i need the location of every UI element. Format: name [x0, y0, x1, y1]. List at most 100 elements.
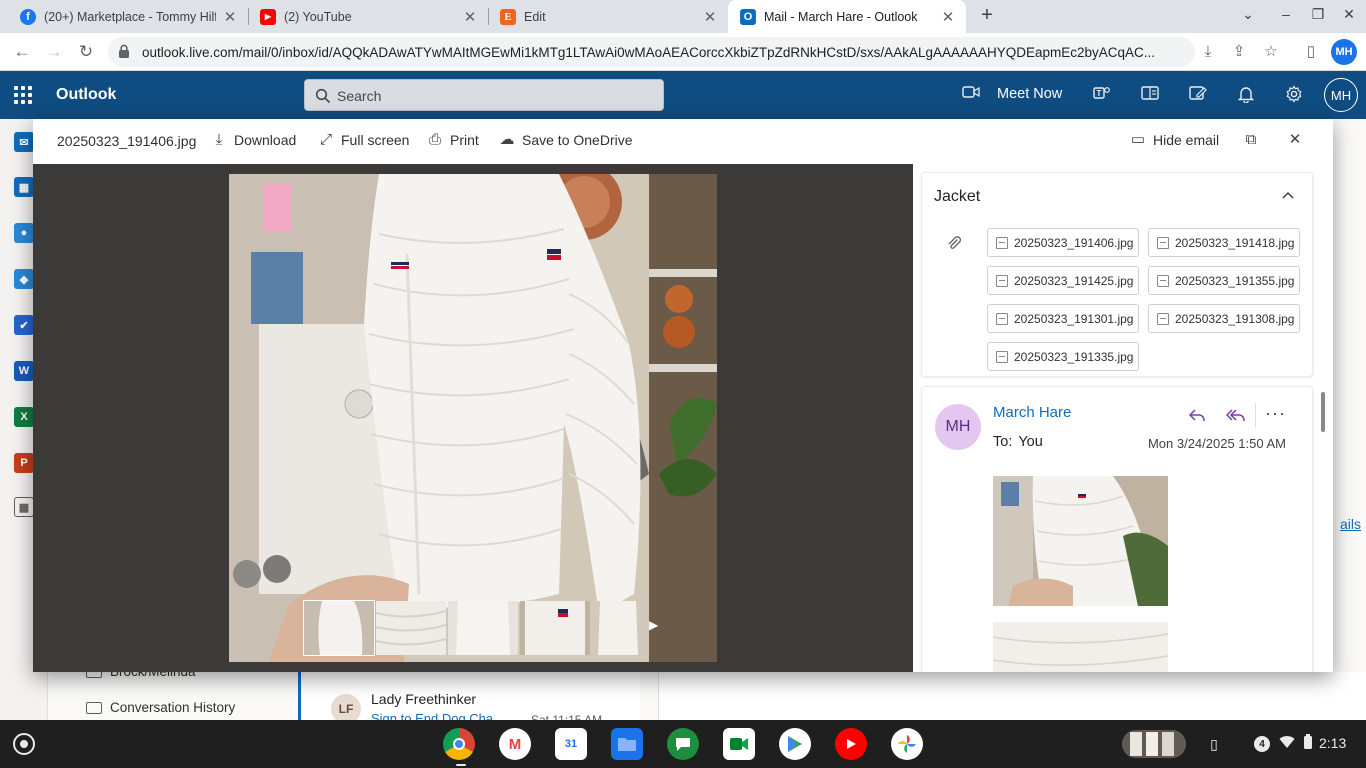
tab-outlook-mail[interactable]: O Mail - March Hare - Outlook ✕ [728, 0, 966, 33]
tab-youtube[interactable]: ▶ (2) YouTube ✕ [248, 0, 488, 33]
close-tab-icon[interactable]: ✕ [222, 8, 238, 26]
tab-etsy-edit[interactable]: E Edit ✕ [488, 0, 728, 33]
meet-icon[interactable] [723, 728, 755, 760]
todo-app-icon[interactable]: ✔ [14, 315, 34, 335]
open-in-new-window-button[interactable]: ⧉ [1243, 132, 1259, 148]
inline-jacket-photo [993, 476, 1168, 606]
wifi-icon[interactable] [1277, 734, 1297, 754]
thumbnail[interactable] [448, 601, 518, 655]
account-avatar[interactable]: MH [1324, 78, 1358, 112]
phone-hub-icon[interactable]: ▯ [1204, 734, 1224, 754]
attachment-chip[interactable]: 20250323_191418.jpg [1148, 228, 1300, 257]
gmail-icon[interactable]: M [499, 728, 531, 760]
new-tab-button[interactable]: + [976, 5, 998, 27]
side-panel-icon[interactable]: ▯ [1302, 43, 1320, 61]
sender-name[interactable]: March Hare [993, 404, 1071, 421]
reading-pane-background [658, 672, 1366, 720]
tab-facebook-marketplace[interactable]: f (20+) Marketplace - Tommy Hilfi ✕ [8, 0, 248, 33]
url-text: outlook.live.com/mail/0/inbox/id/AQQkADA… [142, 45, 1156, 60]
print-button[interactable]: ⎙ Print [427, 132, 479, 149]
search-placeholder: Search [337, 88, 382, 104]
attachment-chip[interactable]: 20250323_191406.jpg [987, 228, 1139, 257]
full-screen-label: Full screen [341, 132, 410, 148]
play-store-icon[interactable] [779, 728, 811, 760]
next-thumbnails-icon[interactable]: ▶ [649, 618, 658, 632]
teams-icon[interactable]: T [1092, 85, 1112, 105]
attachment-chip[interactable]: 20250323_191308.jpg [1148, 304, 1300, 333]
calendar-app-icon[interactable]: ▦ [14, 177, 34, 197]
pane-scrollbar[interactable] [1321, 392, 1325, 432]
more-actions-icon[interactable]: ··· [1265, 403, 1286, 424]
people-app-icon[interactable]: ● [14, 223, 34, 243]
share-icon[interactable]: ⇪ [1230, 43, 1248, 61]
word-app-icon[interactable]: W [14, 361, 34, 381]
thumbnail[interactable] [376, 601, 446, 655]
meet-now-button[interactable]: Meet Now [997, 86, 1062, 102]
expand-icon: ⤢ [319, 131, 332, 148]
youtube-icon[interactable] [835, 728, 867, 760]
folder-item[interactable]: Conversation History [86, 700, 235, 715]
sender-avatar[interactable]: MH [935, 404, 981, 450]
reply-all-icon[interactable] [1225, 404, 1247, 426]
message-list-item[interactable]: LF Lady Freethinker Sign to End Dog Cha.… [298, 672, 640, 727]
reply-icon[interactable] [1186, 404, 1208, 426]
launcher-icon[interactable] [13, 733, 35, 755]
save-to-onedrive-button[interactable]: ☁ Save to OneDrive [499, 132, 633, 149]
mail-app-icon[interactable]: ✉ [14, 132, 34, 152]
download-button[interactable]: ⤓ Download [211, 132, 297, 149]
excel-app-icon[interactable]: X [14, 407, 34, 427]
forward-icon[interactable]: → [43, 41, 65, 63]
chevron-up-icon[interactable] [1277, 185, 1299, 207]
chat-icon[interactable] [667, 728, 699, 760]
close-window-icon[interactable]: ✕ [1338, 6, 1360, 23]
close-tab-icon[interactable]: ✕ [702, 8, 718, 26]
attachment-chip[interactable]: 20250323_191301.jpg [987, 304, 1139, 333]
hide-email-button[interactable]: ▭ Hide email [1130, 132, 1219, 149]
profile-avatar[interactable]: MH [1331, 39, 1357, 65]
calendar-icon[interactable]: 31 [555, 728, 587, 760]
jacket-photo: ▶ [229, 174, 717, 662]
clock[interactable]: 2:13 [1319, 735, 1346, 751]
bell-icon[interactable] [1236, 85, 1256, 105]
onenote-feed-icon[interactable] [1140, 85, 1160, 105]
action-divider [1255, 403, 1256, 427]
inline-image[interactable] [993, 622, 1168, 672]
more-apps-icon[interactable]: ▦ [14, 497, 34, 517]
details-link-fragment[interactable]: ails [1340, 516, 1361, 532]
inline-image[interactable] [993, 476, 1168, 606]
video-camera-icon[interactable] [961, 85, 981, 105]
notification-count-badge[interactable]: 4 [1254, 736, 1270, 752]
thumbnail[interactable] [303, 600, 375, 656]
chrome-icon[interactable] [443, 728, 475, 760]
thumbnail[interactable] [592, 601, 644, 655]
reload-icon[interactable]: ↻ [75, 41, 97, 63]
outlook-brand[interactable]: Outlook [56, 86, 116, 104]
print-label: Print [450, 132, 479, 148]
thumbnail[interactable] [520, 601, 590, 655]
minimize-icon[interactable]: – [1275, 6, 1297, 22]
files-icon[interactable] [611, 728, 643, 760]
close-preview-button[interactable]: ✕ [1287, 132, 1303, 148]
install-app-icon[interactable]: ⤓ [1199, 43, 1217, 61]
bookmark-star-icon[interactable]: ☆ [1262, 43, 1280, 61]
tote-recent-screenshot[interactable] [1122, 730, 1186, 758]
gear-icon[interactable] [1284, 85, 1304, 105]
address-bar[interactable]: outlook.live.com/mail/0/inbox/id/AQQkADA… [108, 37, 1195, 67]
tab-search-icon[interactable]: ⌄ [1237, 6, 1259, 23]
back-icon[interactable]: ← [11, 41, 33, 63]
close-tab-icon[interactable]: ✕ [462, 8, 478, 26]
photos-icon[interactable] [891, 728, 923, 760]
compose-note-icon[interactable] [1188, 85, 1208, 105]
app-launcher-icon[interactable] [14, 86, 32, 104]
full-screen-button[interactable]: ⤢ Full screen [318, 131, 410, 149]
attachment-chip[interactable]: 20250323_191335.jpg [987, 342, 1139, 371]
search-input[interactable]: Search [304, 79, 664, 111]
close-tab-icon[interactable]: ✕ [940, 8, 956, 26]
youtube-icon: ▶ [260, 8, 276, 25]
restore-icon[interactable]: ❐ [1307, 6, 1329, 23]
powerpoint-app-icon[interactable]: P [14, 453, 34, 473]
groups-app-icon[interactable]: ◆ [14, 269, 34, 289]
attachment-chip[interactable]: 20250323_191355.jpg [1148, 266, 1300, 295]
battery-icon[interactable] [1298, 734, 1318, 754]
attachment-chip[interactable]: 20250323_191425.jpg [987, 266, 1139, 295]
